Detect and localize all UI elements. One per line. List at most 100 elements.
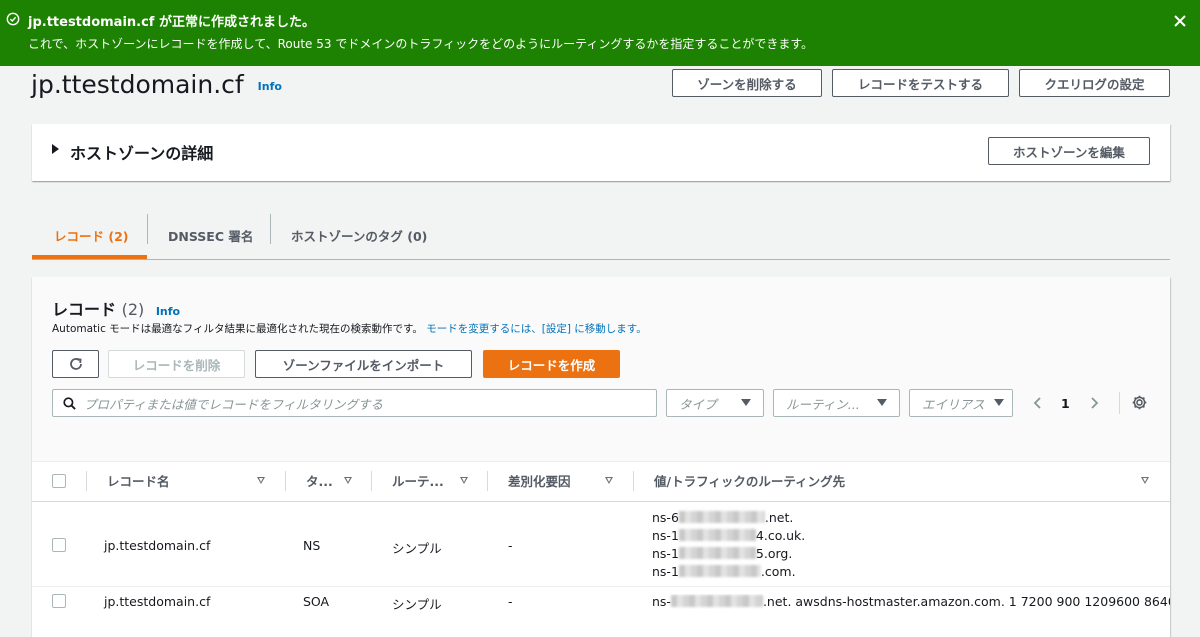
settings-link[interactable]: モードを変更するには、[設定] に移動します。: [426, 323, 646, 335]
import-zone-file-button[interactable]: ゾーンファイルをインポート: [255, 350, 472, 378]
tab-dnssec[interactable]: DNSSEC 署名: [168, 212, 253, 258]
value-prefix: ns-6: [652, 510, 679, 525]
value-line: ns-6 .net.: [652, 510, 793, 525]
value-prefix: ns-1: [652, 528, 679, 543]
info-link[interactable]: Info: [258, 80, 282, 93]
mode-description: Automatic モードは最適なフィルタ結果に最適化された現在の検索動作です。: [52, 323, 423, 335]
refresh-icon: [69, 358, 82, 370]
dropdown-caret-icon: [741, 399, 751, 406]
row-checkbox[interactable]: [52, 594, 66, 608]
select-all-checkbox[interactable]: [52, 474, 66, 488]
redacted-text: [670, 595, 763, 607]
records-info-link[interactable]: Info: [156, 305, 180, 318]
settings-gear-icon[interactable]: [1131, 394, 1148, 411]
routing-filter-label: ルーティン...: [786, 396, 860, 412]
routing-filter-select[interactable]: ルーティン...: [773, 389, 900, 417]
records-count: (2): [121, 300, 145, 319]
search-placeholder: プロパティまたは値でレコードをフィルタリングする: [84, 396, 384, 412]
column-header-record-name[interactable]: レコード名: [107, 462, 170, 498]
tab-tags[interactable]: ホストゾーンのタグ (0): [291, 212, 427, 258]
sort-icon[interactable]: [1141, 477, 1149, 484]
value-prefix: ns-1: [652, 564, 679, 579]
value-prefix: ns-1: [652, 546, 679, 561]
value-suffix: .com.: [760, 564, 796, 579]
page-title: jp.ttestdomain.cf Info: [31, 70, 282, 99]
records-panel: レコード (2) Info Automatic モードは最適なフィルタ結果に最適…: [32, 277, 1170, 637]
refresh-button[interactable]: [52, 350, 99, 378]
type-filter-label: タイプ: [679, 396, 717, 412]
tab-bar: レコード (2) DNSSEC 署名 ホストゾーンのタグ (0): [32, 212, 1170, 260]
redacted-text: [678, 511, 765, 523]
create-record-button[interactable]: レコードを作成: [483, 350, 620, 378]
dropdown-caret-icon: [877, 399, 887, 406]
delete-record-button[interactable]: レコードを削除: [108, 350, 245, 378]
banner-title: jp.ttestdomain.cf が正常に作成されました。: [28, 15, 315, 30]
success-banner: jp.ttestdomain.cf が正常に作成されました。 これで、ホストゾー…: [0, 0, 1200, 66]
value-line: ns-1 5.org.: [652, 546, 792, 561]
edit-hosted-zone-button[interactable]: ホストゾーンを編集: [988, 137, 1150, 165]
value-suffix: 5.org.: [755, 546, 793, 561]
previous-page-icon[interactable]: [1032, 396, 1044, 410]
zone-name: jp.ttestdomain.cf: [31, 70, 244, 99]
sort-icon[interactable]: [257, 477, 265, 484]
details-title[interactable]: ホストゾーンの詳細: [70, 140, 213, 164]
redacted-text: [678, 529, 756, 541]
active-tab-indicator: [32, 255, 147, 259]
routing-policy-cell: シンプル: [392, 597, 442, 612]
close-icon[interactable]: [1172, 13, 1188, 29]
search-input[interactable]: プロパティまたは値でレコードをフィルタリングする: [52, 389, 657, 417]
column-header-differentiator[interactable]: 差別化要因: [508, 462, 571, 498]
redacted-text: [678, 547, 756, 559]
sort-icon[interactable]: [344, 477, 352, 484]
value-line: ns-1 .com.: [652, 564, 796, 579]
redacted-text: [678, 565, 761, 577]
success-check-icon: [6, 12, 20, 26]
column-header-type[interactable]: タ...: [306, 462, 333, 498]
tab-records[interactable]: レコード (2): [54, 212, 128, 258]
query-log-button[interactable]: クエリログの設定: [1019, 69, 1170, 97]
hosted-zone-details-panel: ホストゾーンの詳細 ホストゾーンを編集: [32, 124, 1170, 181]
row-checkbox[interactable]: [52, 538, 66, 552]
column-header-routing[interactable]: ルーテ...: [392, 462, 444, 498]
sort-icon[interactable]: [460, 477, 468, 484]
record-type-cell: NS: [303, 538, 321, 553]
record-name-cell: jp.ttestdomain.cf: [104, 538, 211, 553]
next-page-icon[interactable]: [1088, 396, 1100, 410]
value-line: ns-1 4.co.uk.: [652, 528, 805, 543]
test-record-button[interactable]: レコードをテストする: [832, 69, 1009, 97]
column-divider: [371, 471, 372, 491]
value-prefix: ns-: [652, 594, 671, 609]
sort-icon[interactable]: [605, 477, 613, 484]
alias-filter-label: エイリアス: [922, 396, 985, 412]
type-filter-select[interactable]: タイプ: [666, 389, 764, 417]
records-description: Automatic モードは最適なフィルタ結果に最適化された現在の検索動作です。…: [52, 321, 647, 336]
alias-filter-select[interactable]: エイリアス: [909, 389, 1013, 417]
column-divider: [285, 471, 286, 491]
search-icon: [63, 396, 76, 410]
value-suffix: 4.co.uk.: [755, 528, 806, 543]
column-divider: [487, 471, 488, 491]
column-divider: [633, 471, 634, 491]
pagination-divider: [1119, 392, 1120, 414]
tab-divider: [270, 214, 271, 244]
delete-zone-button[interactable]: ゾーンを削除する: [672, 69, 822, 97]
dropdown-caret-icon: [994, 399, 1004, 406]
differentiator-cell: -: [508, 594, 513, 609]
record-name-cell: jp.ttestdomain.cf: [104, 594, 211, 609]
column-divider: [86, 471, 87, 491]
value-line: ns- .net. awsdns-hostmaster.amazon.com. 1…: [652, 594, 1170, 609]
table-header-bottom-border: [32, 501, 1170, 502]
value-suffix: .net. awsdns-hostmaster.amazon.com. 1 72…: [762, 594, 1170, 609]
records-heading: レコード (2) Info: [52, 296, 180, 320]
value-suffix: .net.: [764, 510, 794, 525]
expand-caret-icon[interactable]: [52, 144, 59, 154]
tab-divider: [147, 214, 148, 244]
record-type-cell: SOA: [303, 594, 330, 609]
routing-policy-cell: シンプル: [392, 541, 442, 556]
differentiator-cell: -: [508, 538, 513, 553]
column-header-value[interactable]: 値/トラフィックのルーティング先: [654, 462, 845, 498]
row-divider: [32, 586, 1170, 587]
banner-message: これで、ホストゾーンにレコードを作成して、Route 53 でドメインのトラフィ…: [28, 37, 814, 51]
records-title: レコード: [52, 300, 117, 319]
current-page[interactable]: 1: [1061, 396, 1070, 411]
